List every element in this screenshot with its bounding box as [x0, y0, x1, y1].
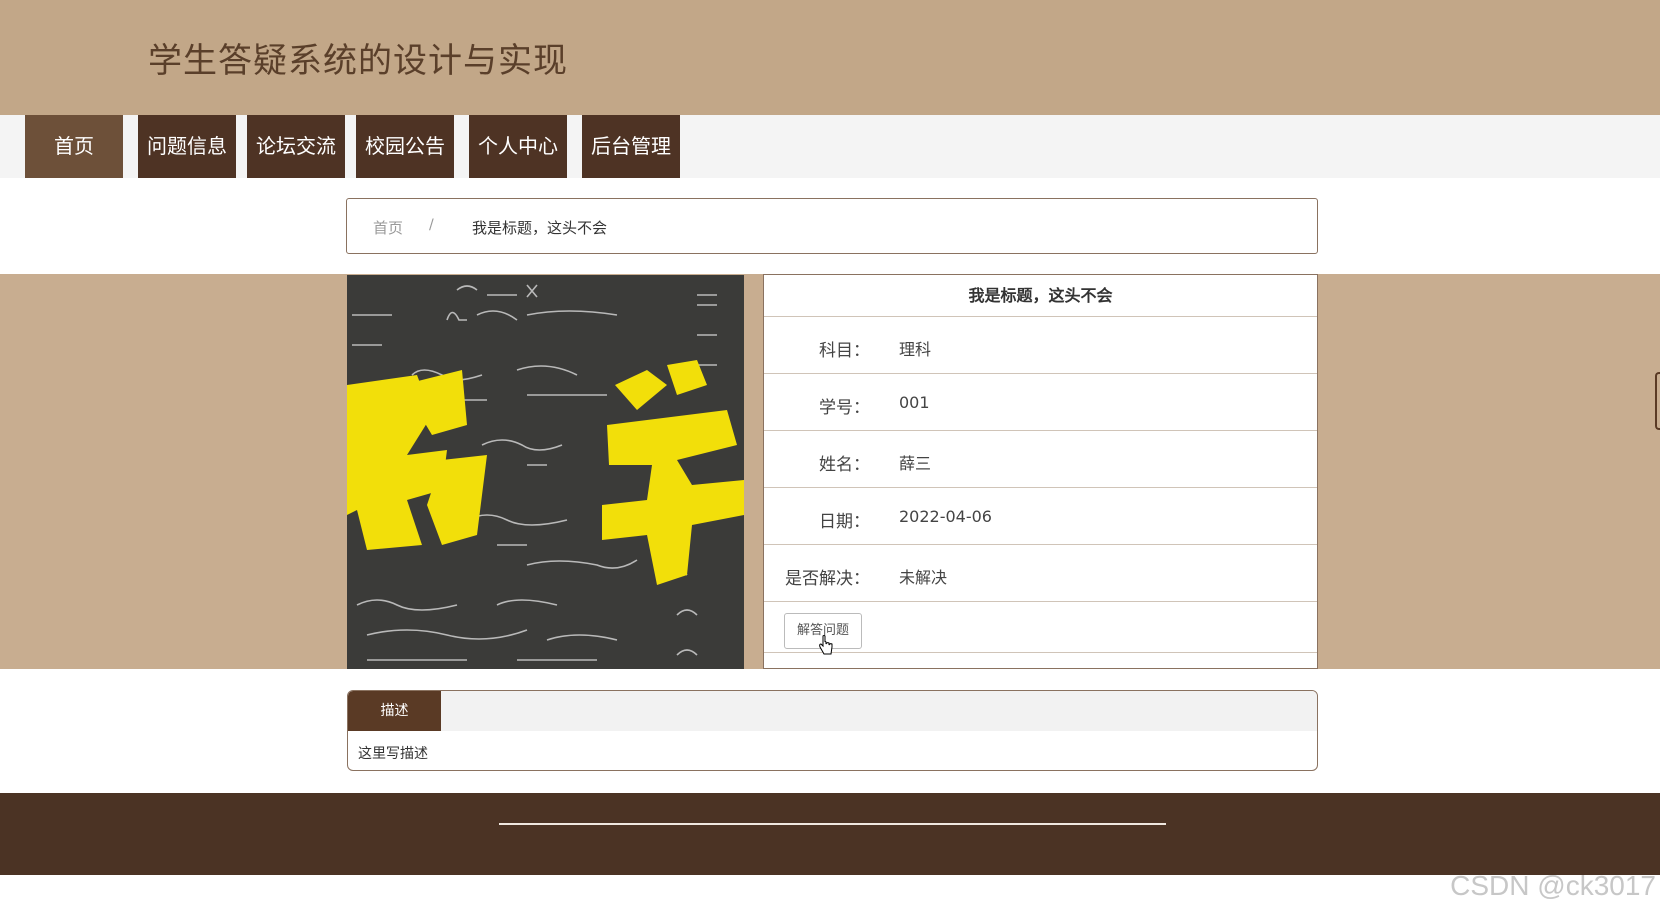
field-value-date: 2022-04-06	[899, 507, 992, 526]
field-row-subject: 科目： 理科	[764, 318, 1317, 374]
field-row-date: 日期： 2022-04-06	[764, 489, 1317, 545]
description-text: 这里写描述	[358, 746, 428, 762]
question-detail-panel: 我是标题，这头不会 科目： 理科 学号： 001 姓名： 薛三 日期： 2022…	[763, 274, 1318, 669]
field-label-resolved: 是否解决：	[785, 569, 870, 589]
nav-item-personal-center[interactable]: 个人中心	[469, 115, 567, 178]
nav-item-questions[interactable]: 问题信息	[138, 115, 236, 178]
field-label-name: 姓名：	[819, 455, 870, 475]
question-title: 我是标题，这头不会	[764, 275, 1317, 317]
nav-item-forum[interactable]: 论坛交流	[247, 115, 345, 178]
field-value-name: 薛三	[899, 454, 932, 473]
nav-item-home[interactable]: 首页	[25, 115, 123, 178]
breadcrumb-home-link[interactable]: 首页	[373, 217, 403, 238]
field-row-resolved: 是否解决： 未解决	[764, 546, 1317, 602]
field-value-subject: 理科	[899, 340, 932, 359]
nav-item-announcements[interactable]: 校园公告	[356, 115, 454, 178]
description-tab-bar: 描述	[348, 691, 1317, 731]
field-value-student-id: 001	[899, 393, 930, 412]
site-title: 学生答疑系统的设计与实现	[148, 41, 568, 81]
field-label-student-id: 学号：	[819, 398, 870, 418]
description-panel: 描述 这里写描述	[347, 690, 1318, 771]
main-nav: 首页 问题信息 论坛交流 校园公告 个人中心 后台管理	[0, 115, 1660, 178]
tab-description[interactable]: 描述	[348, 691, 441, 731]
action-row: 解答问题	[764, 603, 1317, 655]
footer-divider	[499, 823, 1166, 825]
field-row-student-id: 学号： 001	[764, 375, 1317, 431]
field-value-resolved: 未解决	[899, 568, 948, 587]
field-label-subject: 科目：	[819, 341, 870, 361]
hand-cursor-icon	[819, 635, 833, 655]
nav-item-admin[interactable]: 后台管理	[582, 115, 680, 178]
field-row-name: 姓名： 薛三	[764, 432, 1317, 488]
breadcrumb-current: 我是标题，这头不会	[472, 219, 608, 237]
watermark: CSDN @ck3017	[1450, 870, 1656, 901]
breadcrumb: 首页 / 我是标题，这头不会	[346, 198, 1318, 254]
field-label-date: 日期：	[819, 512, 870, 532]
side-scroll-handle[interactable]	[1655, 372, 1660, 430]
breadcrumb-separator: /	[429, 217, 434, 233]
site-footer	[0, 793, 1660, 875]
question-image	[347, 275, 744, 669]
site-header: 学生答疑系统的设计与实现	[0, 0, 1660, 115]
